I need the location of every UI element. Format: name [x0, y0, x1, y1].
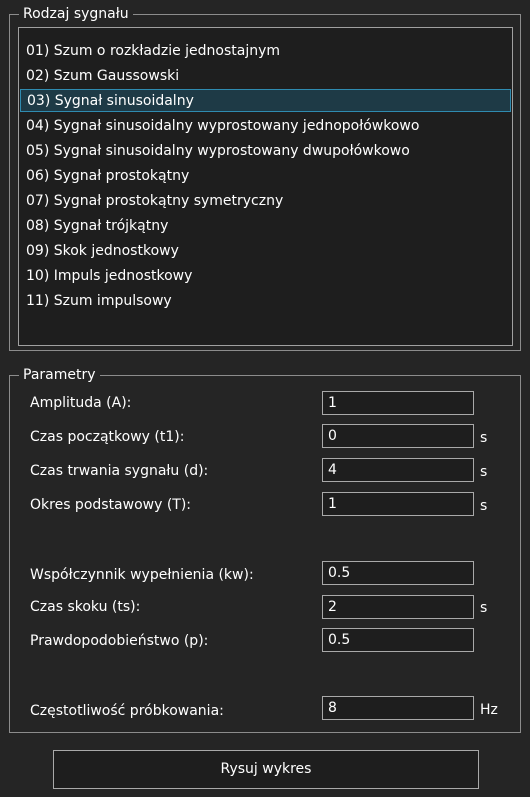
duty-cycle-input[interactable]: [322, 561, 474, 585]
duration-input[interactable]: [322, 458, 474, 482]
start-time-label: Czas początkowy (t1):: [30, 429, 185, 445]
amplitude-label: Amplituda (A):: [30, 395, 132, 411]
start-time-unit: s: [480, 430, 488, 446]
probability-label: Prawdopodobieństwo (p):: [30, 633, 209, 649]
duration-unit: s: [480, 464, 488, 480]
signal-item-10[interactable]: 10) Impuls jednostkowy: [20, 265, 511, 288]
signal-item-11[interactable]: 11) Szum impulsowy: [20, 290, 511, 313]
signal-item-04[interactable]: 04) Sygnał sinusoidalny wyprostowany jed…: [20, 115, 511, 138]
probability-input[interactable]: [322, 628, 474, 652]
step-time-label: Czas skoku (ts):: [30, 599, 141, 615]
signal-item-05[interactable]: 05) Sygnał sinusoidalny wyprostowany dwu…: [20, 140, 511, 163]
amplitude-input[interactable]: [322, 391, 474, 415]
signal-type-group: Rodzaj sygnału 01) Szum o rozkładzie jed…: [9, 5, 521, 351]
signal-item-02[interactable]: 02) Szum Gaussowski: [20, 65, 511, 88]
sampling-unit: Hz: [480, 702, 498, 718]
sampling-label: Częstotliwość próbkowania:: [30, 703, 224, 719]
parameters-group: Parametry Amplituda (A): Czas początkowy…: [9, 366, 521, 733]
period-label: Okres podstawowy (T):: [30, 497, 192, 513]
step-time-input[interactable]: [322, 595, 474, 619]
signal-type-listbox[interactable]: 01) Szum o rozkładzie jednostajnym 02) S…: [18, 27, 513, 346]
signal-item-01[interactable]: 01) Szum o rozkładzie jednostajnym: [20, 40, 511, 63]
signal-item-03[interactable]: 03) Sygnał sinusoidalny: [20, 89, 511, 112]
signal-item-07[interactable]: 07) Sygnał prostokątny symetryczny: [20, 190, 511, 213]
signal-item-06[interactable]: 06) Sygnał prostokątny: [20, 165, 511, 188]
sampling-input[interactable]: [322, 696, 474, 720]
period-unit: s: [480, 498, 488, 514]
draw-chart-button[interactable]: Rysuj wykres: [53, 750, 479, 789]
signal-item-09[interactable]: 09) Skok jednostkowy: [20, 240, 511, 263]
start-time-input[interactable]: [322, 424, 474, 448]
signal-type-legend: Rodzaj sygnału: [19, 5, 133, 23]
period-input[interactable]: [322, 492, 474, 516]
step-time-unit: s: [480, 600, 488, 616]
parameters-legend: Parametry: [19, 366, 100, 384]
duty-cycle-label: Współczynnik wypełnienia (kw):: [30, 567, 254, 583]
duration-label: Czas trwania sygnału (d):: [30, 463, 209, 479]
signal-item-08[interactable]: 08) Sygnał trójkątny: [20, 215, 511, 238]
